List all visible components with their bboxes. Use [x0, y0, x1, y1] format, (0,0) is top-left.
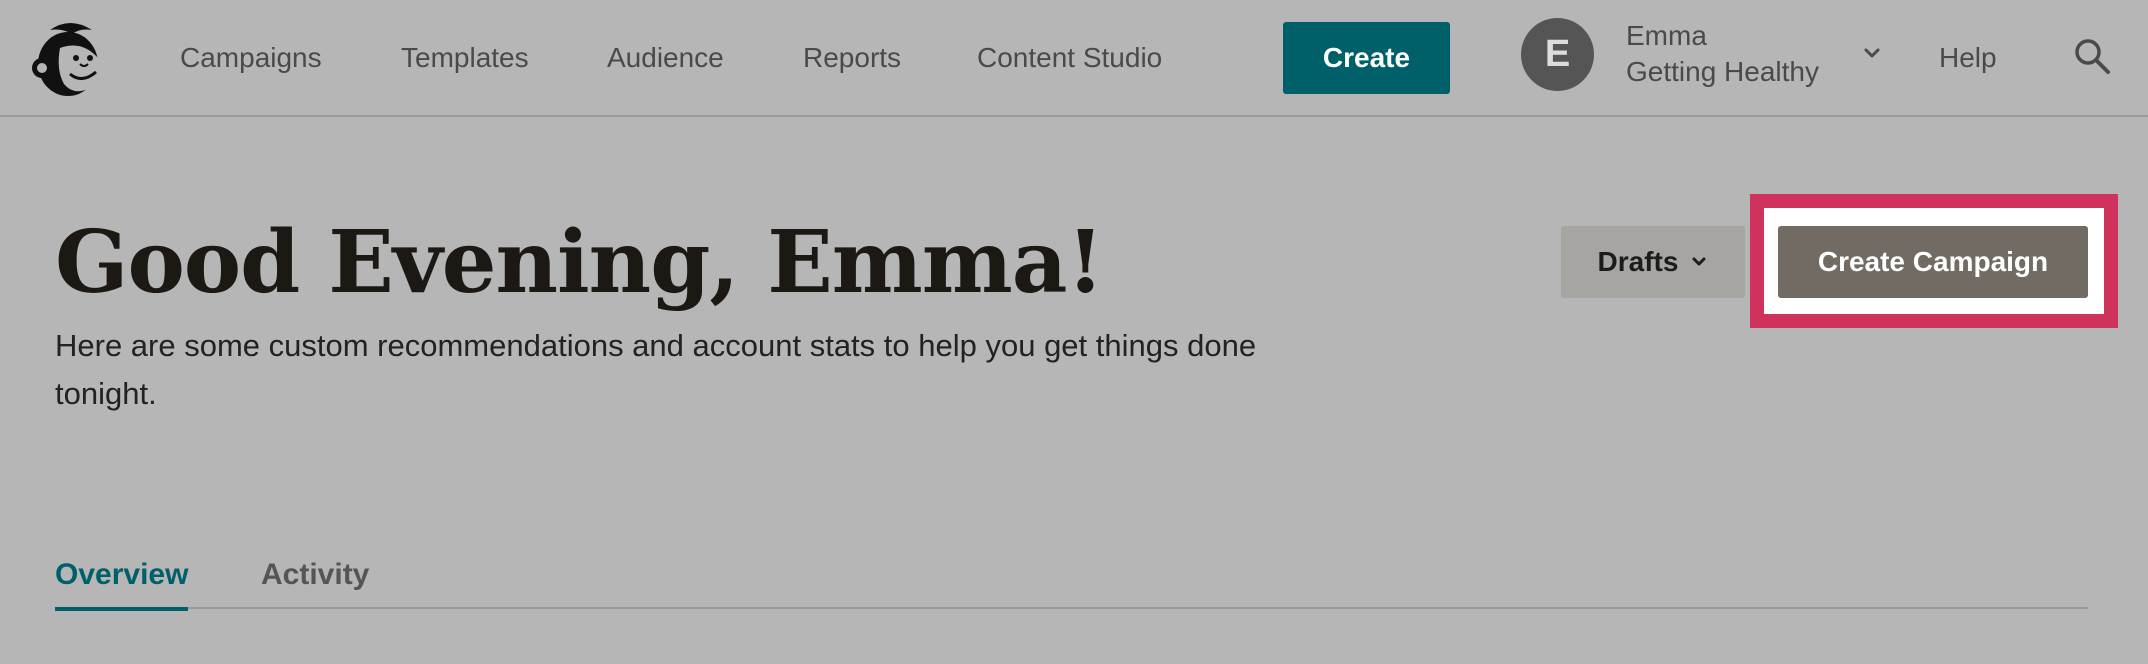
help-link[interactable]: Help [1939, 40, 1997, 76]
nav-audience[interactable]: Audience [607, 40, 724, 76]
nav-content-studio[interactable]: Content Studio [977, 40, 1162, 76]
drafts-button[interactable]: Drafts [1561, 226, 1745, 298]
create-campaign-button[interactable]: Create Campaign [1778, 226, 2088, 298]
drafts-label: Drafts [1597, 246, 1679, 277]
avatar[interactable]: E [1521, 18, 1594, 91]
nav-campaigns[interactable]: Campaigns [180, 40, 322, 76]
create-button[interactable]: Create [1283, 22, 1450, 94]
account-organization[interactable]: Getting Healthy [1626, 54, 1819, 90]
account-name[interactable]: Emma [1626, 18, 1707, 54]
page-subtitle: Here are some custom recommendations and… [55, 328, 1257, 411]
nav-reports[interactable]: Reports [803, 40, 901, 76]
search-icon[interactable] [2072, 36, 2112, 76]
tab-overview[interactable]: Overview [55, 555, 189, 611]
chevron-down-icon[interactable] [1861, 42, 1883, 64]
chevron-down-icon [1692, 257, 1706, 266]
top-navigation: Campaigns Templates Audience Reports Con… [0, 0, 2148, 117]
page-title: Good Evening, Emma! [55, 212, 1104, 313]
freddie-logo-icon[interactable] [30, 18, 110, 100]
tab-activity[interactable]: Activity [261, 555, 369, 595]
tabs-divider [55, 607, 2088, 609]
nav-templates[interactable]: Templates [401, 40, 529, 76]
